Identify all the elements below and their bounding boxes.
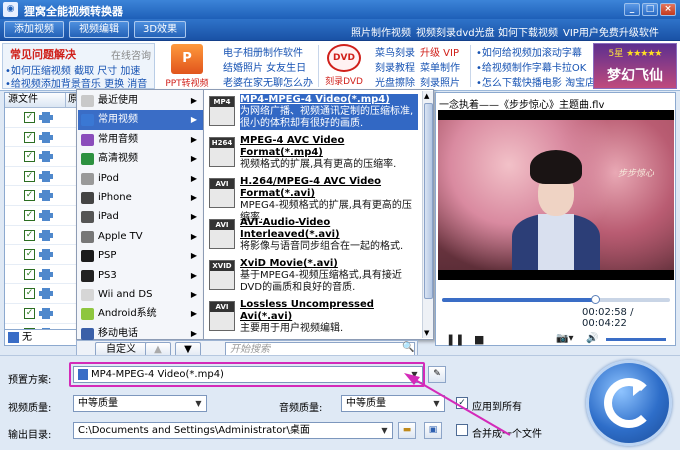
annotation-arrowhead: [404, 373, 420, 385]
annotation-arrow: [404, 373, 511, 436]
annotation-arrow-line: [411, 377, 511, 436]
